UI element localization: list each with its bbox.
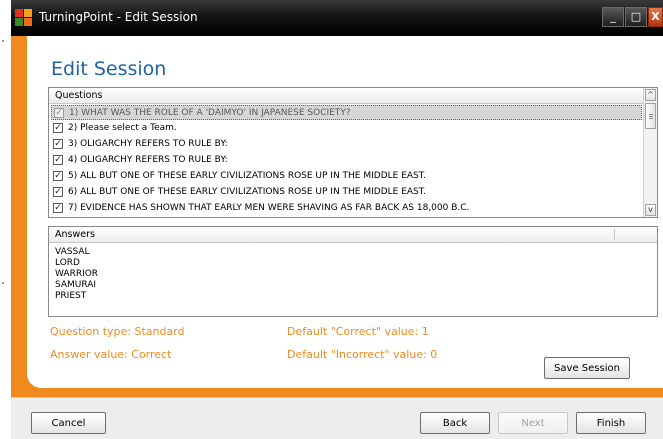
maximize-button[interactable]: □ (625, 7, 647, 27)
window-title-bar[interactable]: TurningPoint - Edit Session _ □ X (11, 0, 663, 36)
desktop-dot (2, 40, 4, 42)
back-button[interactable]: Back (420, 412, 490, 434)
window-title: TurningPoint - Edit Session (39, 10, 198, 24)
question-row-1[interactable]: ✓ 1) WHAT WAS THE ROLE OF A 'DAIMYO' IN … (51, 105, 642, 120)
question-checkbox-2[interactable]: ✓ (53, 123, 63, 133)
minimize-button[interactable]: _ (602, 7, 624, 27)
scroll-down-button[interactable]: v (645, 204, 656, 216)
question-checkbox-1[interactable]: ✓ (54, 108, 64, 118)
scroll-up-button[interactable]: ^ (645, 89, 656, 101)
answer-item: WARRIOR (55, 269, 99, 279)
question-label: 3) OLIGARCHY REFERS TO RULE BY: (68, 139, 228, 149)
column-divider (614, 229, 615, 240)
save-session-button[interactable]: Save Session (544, 357, 630, 379)
question-checkbox-5[interactable]: ✓ (53, 171, 63, 181)
default-correct-label: Default "Correct" value: 1 (287, 325, 429, 338)
next-button[interactable]: Next (498, 412, 568, 434)
question-label: 2) Please select a Team. (68, 123, 177, 133)
desktop-dot (2, 282, 4, 284)
scroll-thumb[interactable] (645, 103, 656, 129)
answer-item: LORD (55, 258, 80, 268)
question-checkbox-4[interactable]: ✓ (53, 155, 63, 165)
question-label: 4) OLIGARCHY REFERS TO RULE BY: (68, 155, 228, 165)
question-type-label: Question type: Standard (50, 325, 185, 338)
questions-header: Questions (49, 88, 657, 104)
question-checkbox-7[interactable]: ✓ (53, 203, 63, 213)
answer-item: SAMURAI (55, 280, 97, 290)
question-label: 6) ALL BUT ONE OF THESE EARLY CIVILIZATI… (68, 187, 427, 197)
answer-item: PRIEST (55, 291, 87, 301)
answer-item: VASSAL (55, 247, 90, 257)
answers-panel: Answers VASSAL LORD WARRIOR SAMURAI PRIE… (48, 226, 658, 317)
question-label: 1) WHAT WAS THE ROLE OF A 'DAIMYO' IN JA… (69, 108, 351, 118)
cancel-button[interactable]: Cancel (31, 412, 106, 434)
questions-scrollbar[interactable]: ^ v (643, 88, 657, 217)
answers-header: Answers (49, 227, 657, 243)
question-label: 7) EVIDENCE HAS SHOWN THAT EARLY MEN WER… (68, 203, 470, 213)
question-checkbox-6[interactable]: ✓ (53, 187, 63, 197)
desktop-strip (0, 0, 11, 438)
answer-value-label: Answer value: Correct (50, 348, 172, 361)
close-button[interactable]: X (648, 7, 663, 27)
page-title: Edit Session (51, 58, 167, 80)
question-checkbox-3[interactable]: ✓ (53, 139, 63, 149)
finish-button[interactable]: Finish (576, 412, 646, 434)
turningpoint-logo-icon (15, 9, 33, 27)
default-incorrect-label: Default "Incorrect" value: 0 (287, 348, 438, 361)
questions-panel: Questions ✓ 1) WHAT WAS THE ROLE OF A 'D… (48, 87, 658, 218)
question-label: 5) ALL BUT ONE OF THESE EARLY CIVILIZATI… (68, 171, 427, 181)
